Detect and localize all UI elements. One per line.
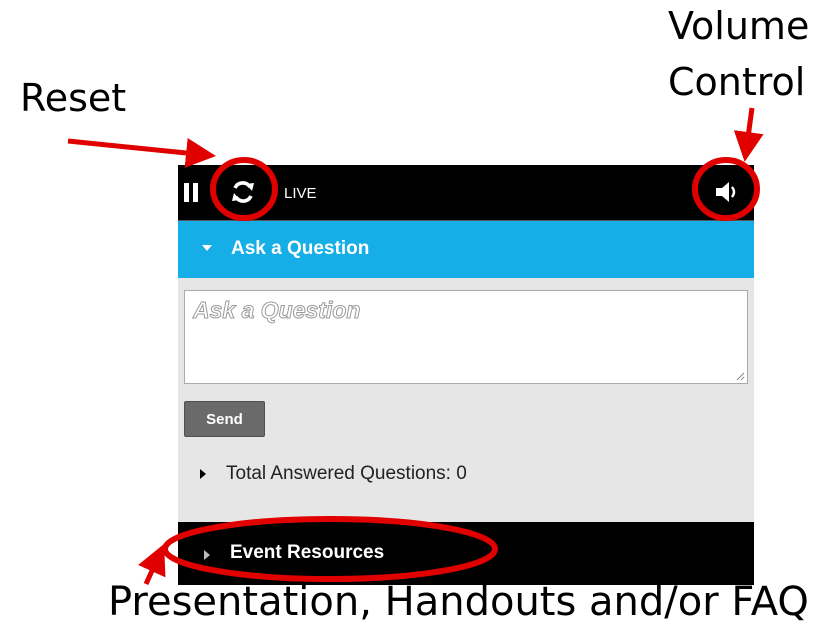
volume-callout-line1: Volume xyxy=(668,4,810,48)
question-input[interactable] xyxy=(185,291,747,383)
ask-question-header[interactable]: Ask a Question xyxy=(178,221,754,278)
caret-right-icon xyxy=(204,550,210,560)
caret-down-icon xyxy=(202,245,212,251)
reset-arrow xyxy=(67,138,216,168)
reset-callout: Reset xyxy=(20,76,127,120)
volume-arrow xyxy=(733,107,764,162)
answered-questions-label: Total Answered Questions: 0 xyxy=(226,463,467,484)
event-resources-label: Event Resources xyxy=(230,542,385,563)
caret-right-icon xyxy=(200,469,206,479)
question-input-box xyxy=(184,290,748,384)
answered-questions-toggle[interactable]: Total Answered Questions: 0 xyxy=(178,455,754,495)
player-toolbar: LIVE xyxy=(178,165,754,221)
refresh-icon[interactable] xyxy=(230,179,256,205)
pause-icon[interactable] xyxy=(184,183,198,202)
resize-grip-icon[interactable] xyxy=(735,371,745,381)
send-button[interactable]: Send xyxy=(184,401,265,437)
live-status: LIVE xyxy=(284,185,317,202)
speaker-icon[interactable] xyxy=(714,180,740,204)
resources-callout: Presentation, Handouts and/or FAQ xyxy=(108,579,809,625)
event-resources-toggle[interactable]: Event Resources xyxy=(178,522,754,585)
ask-question-title: Ask a Question xyxy=(231,238,370,259)
qa-panel: LIVE Ask a Question Send Total Answered … xyxy=(178,165,754,585)
volume-callout-line2: Control xyxy=(668,60,806,104)
